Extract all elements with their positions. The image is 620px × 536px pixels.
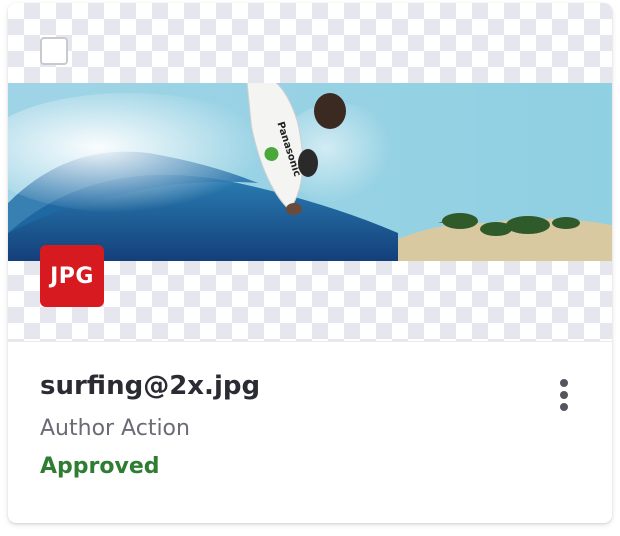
file-type-badge: JPG	[40, 245, 104, 307]
more-vertical-icon	[560, 391, 568, 399]
asset-preview[interactable]: Panasonic JPG	[8, 3, 612, 342]
select-checkbox[interactable]	[40, 37, 68, 65]
asset-subtitle: Author Action	[40, 416, 190, 441]
more-vertical-icon	[560, 403, 568, 411]
more-vertical-icon	[560, 379, 568, 387]
asset-status: Approved	[40, 454, 160, 479]
asset-file-name[interactable]: surfing@2x.jpg	[40, 369, 520, 403]
more-actions-button[interactable]	[550, 375, 578, 415]
asset-info: surfing@2x.jpg Author Action Approved	[40, 369, 520, 481]
surfing-thumbnail-image: Panasonic	[8, 83, 612, 261]
asset-card[interactable]: Panasonic JPG surfing@2x.jpg Author Acti…	[8, 3, 612, 523]
